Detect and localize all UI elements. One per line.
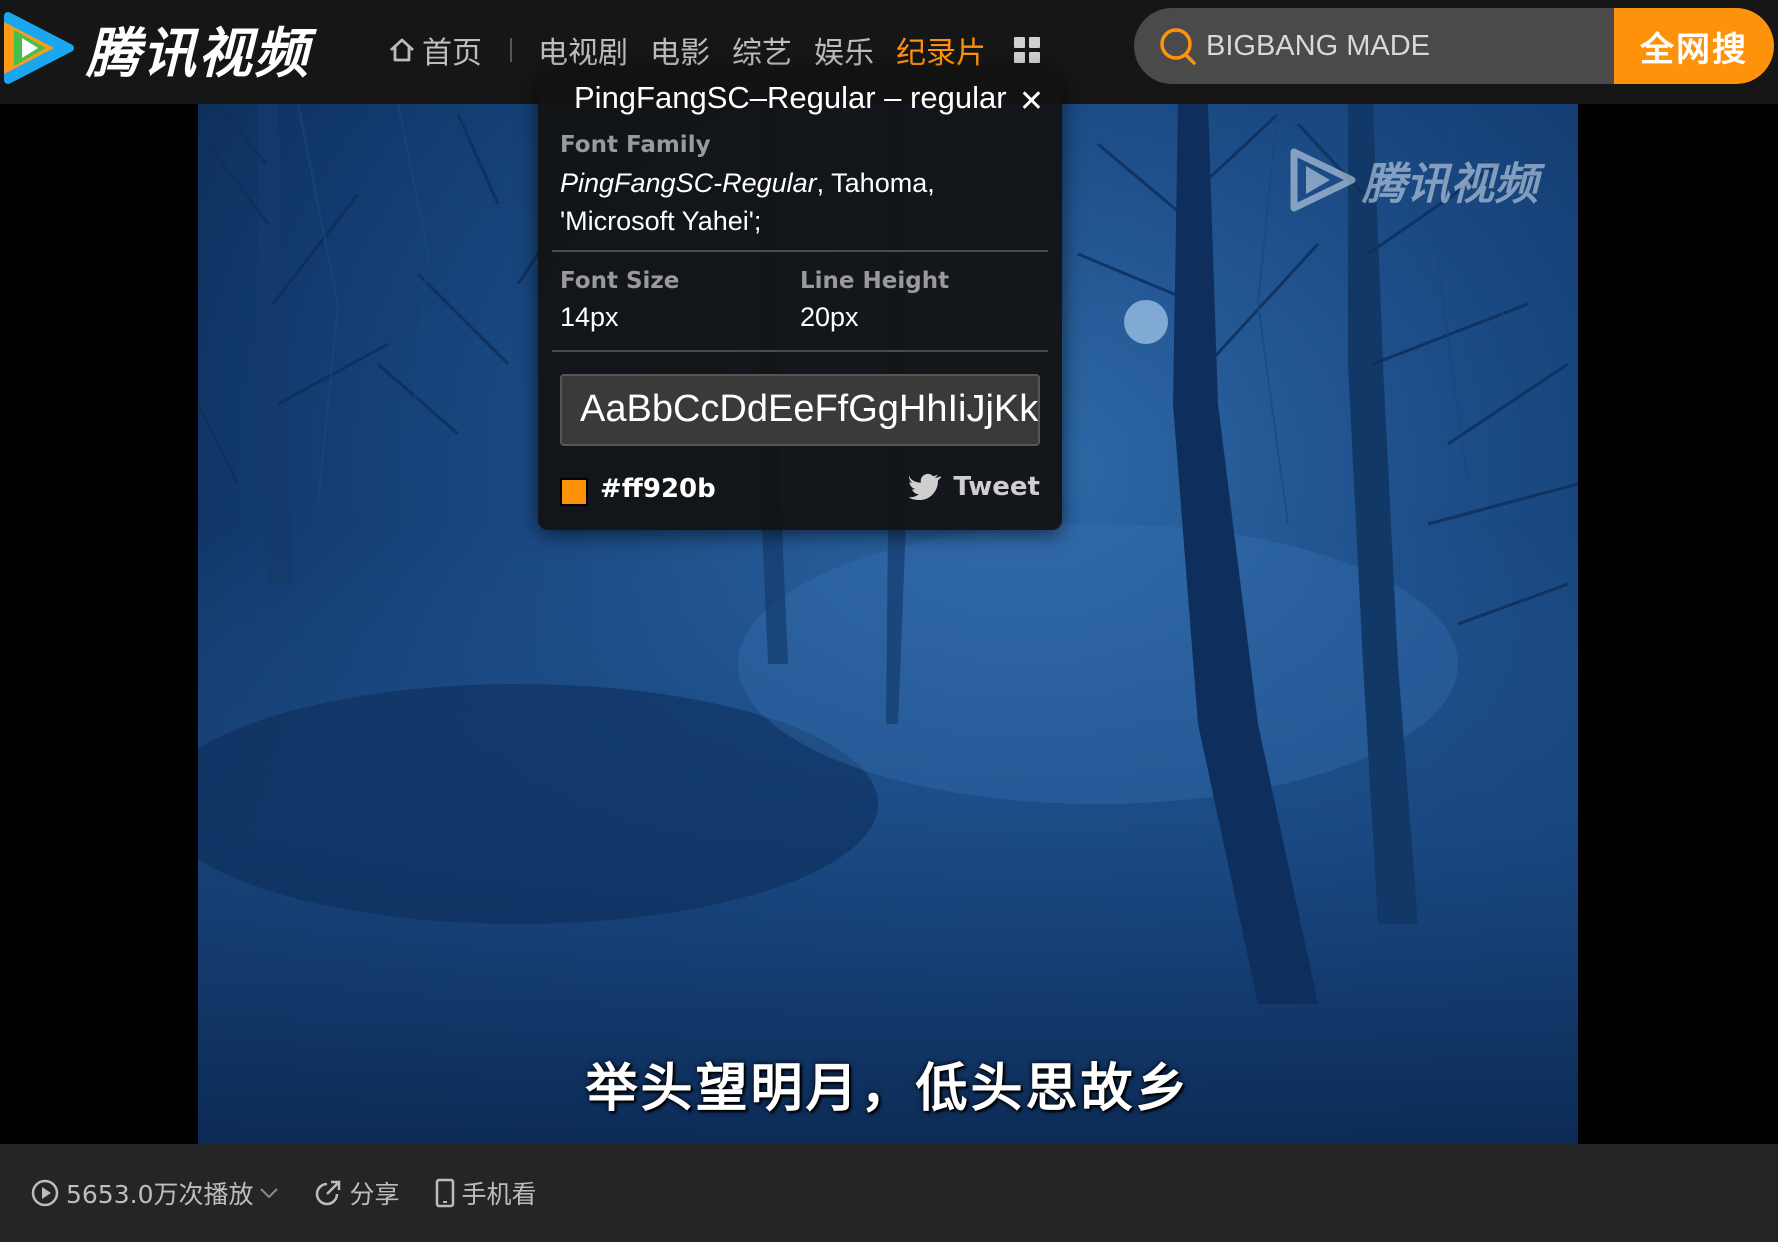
tweet-button[interactable]: Tweet bbox=[909, 472, 1040, 502]
play-logo-icon bbox=[1290, 148, 1356, 212]
line-height-label: Line Height bbox=[800, 268, 950, 294]
font-family-label: Font Family bbox=[560, 132, 711, 158]
nav-divider bbox=[510, 38, 512, 62]
nav-item-documentary[interactable]: 纪录片 bbox=[896, 28, 986, 72]
phone-icon bbox=[435, 1178, 454, 1208]
tweet-label: Tweet bbox=[953, 472, 1040, 502]
play-count[interactable]: 5653.0万次播放 bbox=[30, 1175, 279, 1211]
font-family-primary: PingFangSC-Regular bbox=[560, 168, 817, 198]
chevron-down-icon bbox=[260, 1188, 279, 1199]
font-size-value: 14px bbox=[560, 302, 619, 332]
mobile-label: 手机看 bbox=[461, 1180, 537, 1209]
close-icon[interactable]: ✕ bbox=[1019, 84, 1044, 119]
font-family-line2: 'Microsoft Yahei'; bbox=[560, 206, 762, 236]
video-watermark: 腾讯视频 bbox=[1286, 148, 1538, 212]
font-size-label: Font Size bbox=[560, 268, 680, 294]
logo-text: 腾讯视频 bbox=[86, 21, 310, 85]
grid-icon[interactable] bbox=[1014, 37, 1040, 63]
font-sample-box[interactable]: AaBbCcDdEeFfGgHhIiJjKkLlMm bbox=[560, 374, 1040, 446]
popup-divider bbox=[552, 350, 1048, 352]
line-height-value: 20px bbox=[800, 302, 859, 332]
nav-home-label: 首页 bbox=[422, 36, 482, 71]
video-subtitle: 举头望明月，低头思故乡 bbox=[585, 1059, 1191, 1119]
nav-home[interactable]: 首页 bbox=[388, 28, 482, 72]
color-swatch bbox=[560, 478, 588, 506]
search-field bbox=[1134, 8, 1614, 84]
nav-item-entertainment[interactable]: 娱乐 bbox=[814, 28, 874, 72]
search-button[interactable]: 全网搜 bbox=[1614, 8, 1774, 84]
popup-divider bbox=[552, 250, 1048, 252]
site-logo[interactable]: 腾讯视频 bbox=[0, 8, 310, 88]
search-icon bbox=[1160, 28, 1196, 65]
mobile-watch-button[interactable]: 手机看 bbox=[434, 1175, 537, 1211]
font-inspector-popup: PingFangSC–Regular – regular ✕ Font Fami… bbox=[538, 58, 1062, 530]
font-family-value: PingFangSC-Regular, Tahoma, 'Microsoft Y… bbox=[560, 164, 1000, 240]
watermark-text: 腾讯视频 bbox=[1362, 159, 1538, 210]
play-count-icon bbox=[31, 1179, 59, 1207]
share-button[interactable]: 分享 bbox=[313, 1175, 400, 1211]
nav-item-tv[interactable]: 电视剧 bbox=[538, 28, 628, 72]
nav-item-variety[interactable]: 综艺 bbox=[732, 28, 792, 72]
main-nav: 首页 电视剧 电影 综艺 娱乐 纪录片 bbox=[388, 24, 1040, 76]
search-bar: 全网搜 bbox=[1134, 8, 1774, 84]
nav-item-movie[interactable]: 电影 bbox=[650, 28, 710, 72]
video-info-bar: 5653.0万次播放 分享 手机看 bbox=[0, 1144, 1778, 1242]
share-label: 分享 bbox=[349, 1180, 400, 1209]
font-family-rest: , Tahoma, bbox=[816, 168, 935, 198]
home-icon bbox=[390, 38, 414, 62]
popup-caret bbox=[558, 58, 582, 70]
search-input[interactable] bbox=[1206, 29, 1586, 63]
popup-title: PingFangSC–Regular – regular bbox=[574, 80, 1007, 115]
share-icon bbox=[316, 1180, 341, 1206]
play-logo-icon bbox=[4, 12, 74, 84]
twitter-bird-icon bbox=[909, 473, 942, 501]
color-hex: #ff920b bbox=[600, 474, 716, 504]
play-count-label: 5653.0万次播放 bbox=[66, 1180, 254, 1209]
